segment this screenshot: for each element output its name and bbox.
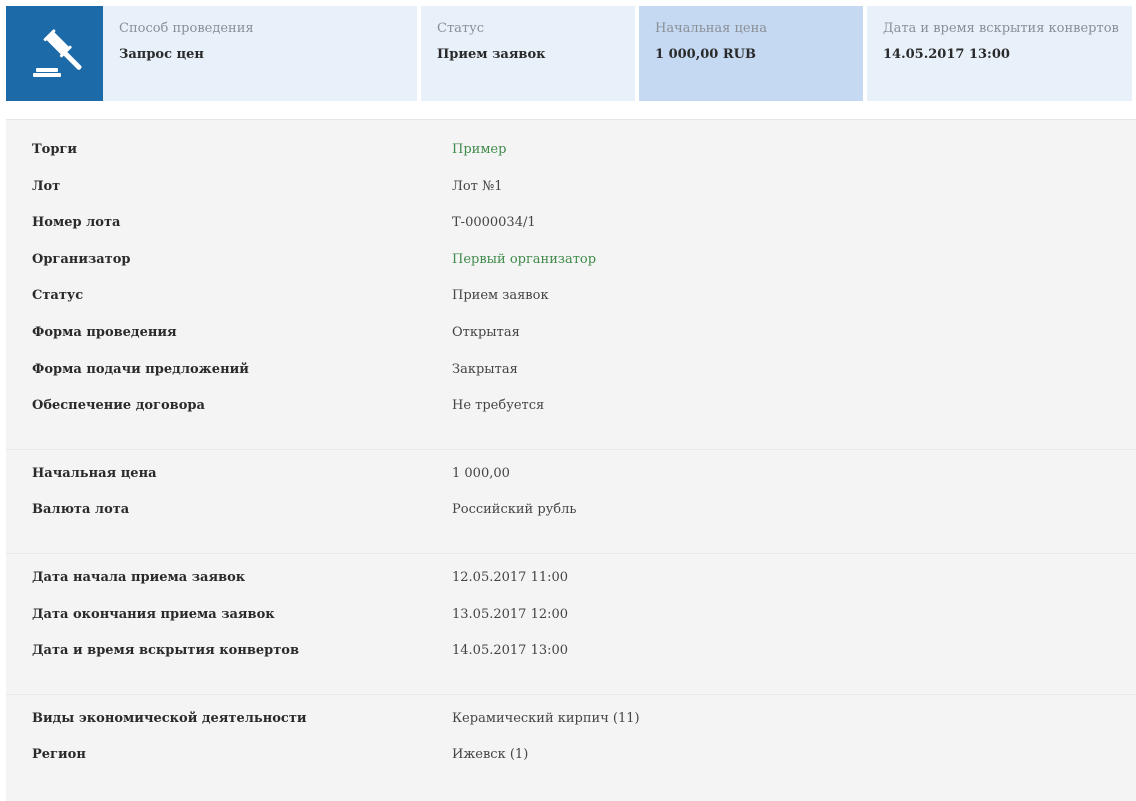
detail-row-procedure-form: Форма проведения Открытая (6, 324, 1136, 361)
detail-label: Дата начала приема заявок (32, 569, 246, 585)
detail-label: Обеспечение договора (32, 398, 205, 414)
detail-value: 14.05.2017 13:00 (452, 643, 569, 659)
detail-value: 12.05.2017 11:00 (452, 569, 569, 585)
detail-label: Валюта лота (32, 502, 130, 518)
header-cell-opening-date: Дата и время вскрытия конвертов 14.05.20… (867, 6, 1132, 101)
header-status-value: Прием заявок (437, 47, 546, 62)
detail-value: Ижевск (1) (452, 747, 529, 763)
lot-details-panel: Торги Пример Лот Лот №1 Номер лота Т-000… (6, 119, 1136, 801)
header-start-price-value: 1 000,00 RUB (655, 47, 756, 62)
detail-label: Торги (32, 142, 78, 157)
detail-label: Организатор (32, 251, 131, 267)
detail-label: Номер лота (32, 215, 121, 231)
detail-value: Российский рубль (452, 502, 577, 518)
header-cell-status: Статус Прием заявок (421, 6, 635, 101)
detail-row-activity-types: Виды экономической деятельности Керамиче… (6, 710, 1136, 747)
header-method-label: Способ проведения (119, 21, 254, 36)
detail-value: Закрытая (452, 361, 518, 377)
detail-value: Керамический кирпич (11) (452, 710, 640, 726)
details-group-classification: Виды экономической деятельности Керамиче… (6, 710, 1136, 798)
detail-label: Статус (32, 288, 84, 304)
details-group-general: Торги Пример Лот Лот №1 Номер лота Т-000… (6, 141, 1136, 450)
tender-link[interactable]: Пример (452, 141, 506, 159)
details-group-dates: Дата начала приема заявок 12.05.2017 11:… (6, 569, 1136, 695)
header-cell-start-price: Начальная цена 1 000,00 RUB (639, 6, 863, 101)
detail-label: Форма подачи предложений (32, 361, 249, 377)
detail-value: Прием заявок (452, 288, 549, 304)
header-cell-method: Способ проведения Запрос цен (103, 6, 417, 101)
header-start-price-label: Начальная цена (655, 21, 767, 36)
detail-value: Открытая (452, 324, 520, 340)
detail-row-start-price: Начальная цена 1 000,00 (6, 465, 1136, 502)
detail-label: Дата окончания приема заявок (32, 606, 275, 622)
detail-row-region: Регион Ижевск (1) (6, 746, 1136, 783)
header-opening-date-label: Дата и время вскрытия конвертов (883, 21, 1119, 36)
detail-label: Форма проведения (32, 324, 177, 340)
detail-row-currency: Валюта лота Российский рубль (6, 501, 1136, 538)
detail-value: 13.05.2017 12:00 (452, 606, 569, 622)
detail-row-submission-form: Форма подачи предложений Закрытая (6, 361, 1136, 398)
summary-header: Способ проведения Запрос цен Статус Прие… (6, 6, 1132, 101)
detail-label: Лот (32, 178, 61, 194)
detail-row-contract-security: Обеспечение договора Не требуется (6, 397, 1136, 434)
detail-label: Виды экономической деятельности (32, 710, 307, 726)
details-group-price: Начальная цена 1 000,00 Валюта лота Росс… (6, 465, 1136, 554)
detail-label: Начальная цена (32, 465, 157, 481)
detail-row-tender: Торги Пример (6, 141, 1136, 178)
organizer-link[interactable]: Первый организатор (452, 251, 596, 269)
detail-label: Регион (32, 747, 86, 763)
auction-logo (6, 6, 103, 101)
detail-row-lot-number: Номер лота Т-0000034/1 (6, 214, 1136, 251)
detail-value: Лот №1 (452, 178, 503, 194)
detail-row-opening-date: Дата и время вскрытия конвертов 14.05.20… (6, 642, 1136, 679)
detail-label: Дата и время вскрытия конвертов (32, 643, 299, 659)
header-method-value: Запрос цен (119, 47, 204, 62)
detail-row-submission-start: Дата начала приема заявок 12.05.2017 11:… (6, 569, 1136, 606)
detail-value: 1 000,00 (452, 465, 510, 481)
detail-row-lot: Лот Лот №1 (6, 178, 1136, 215)
detail-value: Не требуется (452, 398, 545, 414)
gavel-icon (32, 28, 82, 77)
detail-row-submission-end: Дата окончания приема заявок 13.05.2017 … (6, 606, 1136, 643)
detail-value: Т-0000034/1 (452, 215, 536, 231)
detail-row-status: Статус Прием заявок (6, 287, 1136, 324)
detail-row-organizer: Организатор Первый организатор (6, 251, 1136, 288)
header-status-label: Статус (437, 21, 485, 36)
header-opening-date-value: 14.05.2017 13:00 (883, 47, 1010, 62)
